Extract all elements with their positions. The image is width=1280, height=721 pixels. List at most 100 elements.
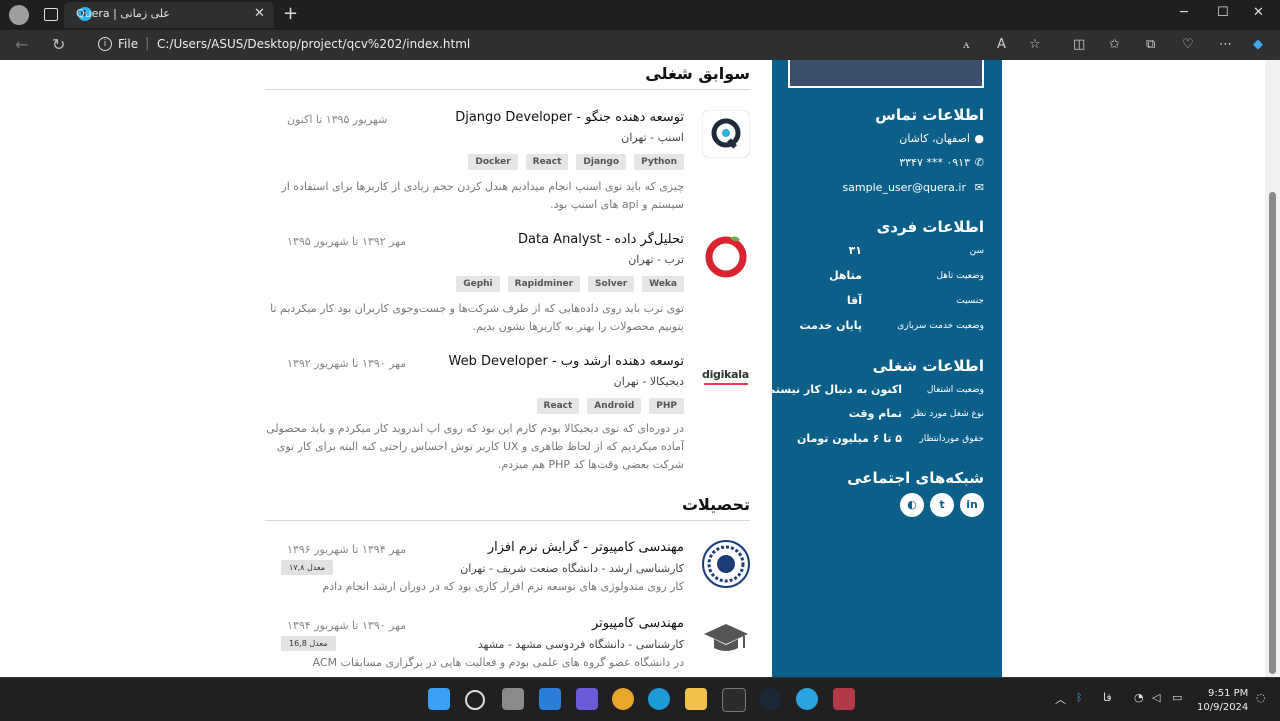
skill-tag: Docker bbox=[468, 154, 518, 170]
job-date: مهر ۱۳۹۰ تا شهریور ۱۳۹۲ bbox=[287, 357, 407, 370]
scrollbar-thumb[interactable] bbox=[1269, 192, 1276, 674]
experience-item: تحلیل‌گر داده - Data Analyst مهر ۱۳۹۲ تا… bbox=[265, 232, 750, 342]
tray-overflow-icon[interactable]: ︿ bbox=[1055, 691, 1066, 707]
location-pin-icon: ● bbox=[974, 132, 984, 145]
read-aloud-icon[interactable]: A bbox=[997, 37, 1006, 52]
maximize-icon[interactable]: ☐ bbox=[1217, 5, 1229, 20]
job-value: تمام وقت bbox=[848, 407, 902, 420]
skill-tag: Weka bbox=[642, 276, 684, 292]
resume-main-column: سوابق شغلی توسعه دهنده جنگو - Django Dev… bbox=[265, 60, 772, 677]
chat-icon[interactable] bbox=[576, 688, 598, 710]
graduation-cap-icon bbox=[702, 616, 750, 664]
browser-essentials-icon[interactable]: ♡ bbox=[1182, 37, 1194, 52]
windows-taskbar: ︿ ᛒ فا ◔ ◁ ▭ 9:51 PM 10/9/2024 ◌ bbox=[0, 677, 1280, 721]
personal-label: سن bbox=[969, 246, 984, 256]
experience-item: digikala توسعه دهنده ارشد وب - Web Devel… bbox=[265, 354, 750, 479]
degree-school: کارشناسی - دانشگاه فردوسی مشهد - مشهد bbox=[477, 638, 684, 651]
digikala-logo-underline bbox=[704, 383, 748, 385]
digikala-logo-text: digikala bbox=[702, 368, 749, 381]
more-menu-icon[interactable]: ⋯ bbox=[1219, 37, 1232, 52]
edge-icon[interactable] bbox=[648, 688, 670, 710]
volume-icon[interactable]: ◁ bbox=[1152, 691, 1160, 704]
skill-tag: Android bbox=[587, 398, 642, 414]
degree-date: مهر ۱۳۹۴ تا شهریور ۱۳۹۶ bbox=[287, 543, 407, 556]
job-description: در دوره‌ای که توی دیجیکالا بودم کارم این… bbox=[266, 422, 684, 471]
grade-badge: معدل ۱۷,۸ bbox=[281, 560, 334, 575]
tab-actions-icon[interactable] bbox=[44, 8, 58, 21]
twitter-icon[interactable]: t bbox=[930, 493, 954, 517]
grade-badge: معدل 16,8 bbox=[281, 636, 336, 651]
skill-tag: React bbox=[525, 154, 569, 170]
contact-title: اطلاعات تماس bbox=[875, 106, 984, 124]
resume-sidebar: اطلاعات تماس ● اصفهان، کاشان ✆ ۰۹۱۳ *** … bbox=[767, 60, 1002, 677]
info-icon[interactable]: i bbox=[98, 37, 112, 51]
personal-value: ۳۱ bbox=[848, 244, 862, 257]
split-screen-icon[interactable]: ◫ bbox=[1073, 37, 1085, 52]
refresh-icon[interactable]: ↻ bbox=[52, 35, 65, 54]
job-title: تحلیل‌گر داده - Data Analyst bbox=[518, 232, 684, 247]
wifi-icon[interactable]: ◔ bbox=[1134, 691, 1144, 704]
skill-tag: Rapidminer bbox=[507, 276, 581, 292]
url-scheme-label: File bbox=[118, 37, 139, 51]
vertical-scrollbar[interactable] bbox=[1265, 60, 1280, 677]
tidal-icon[interactable] bbox=[722, 688, 746, 712]
system-clock[interactable]: 9:51 PM 10/9/2024 bbox=[1197, 687, 1248, 715]
bluetooth-icon[interactable]: ᛒ bbox=[1076, 691, 1083, 704]
task-view-icon[interactable] bbox=[502, 688, 524, 710]
job-label: نوع شغل مورد نظر bbox=[911, 409, 984, 419]
skill-tags: Weka Solver Rapidminer Gephi bbox=[456, 276, 684, 292]
education-section-title: تحصیلات bbox=[681, 495, 750, 514]
file-explorer-icon[interactable] bbox=[685, 688, 707, 710]
search-icon[interactable] bbox=[465, 690, 485, 710]
job-value: اکنون به دنبال کار نیستم bbox=[767, 383, 902, 396]
linkedin-icon[interactable]: in bbox=[960, 493, 984, 517]
collections-icon[interactable]: ⧉ bbox=[1146, 37, 1155, 52]
browser-tab-bar: علی زمانی | Quera ✕ + ─ ☐ ✕ bbox=[0, 0, 1280, 30]
tab-close-icon[interactable]: ✕ bbox=[254, 6, 265, 21]
start-windows-icon[interactable] bbox=[428, 688, 450, 710]
steam-icon[interactable] bbox=[759, 688, 781, 710]
window-close-icon[interactable]: ✕ bbox=[1253, 5, 1264, 20]
tab-title: علی زمانی | Quera bbox=[75, 7, 170, 20]
widgets-icon[interactable] bbox=[539, 688, 561, 710]
language-indicator[interactable]: فا bbox=[1103, 691, 1112, 704]
winrar-icon[interactable] bbox=[833, 688, 855, 710]
back-icon[interactable]: ← bbox=[15, 35, 28, 54]
section-divider bbox=[265, 89, 750, 90]
new-tab-icon[interactable]: + bbox=[283, 3, 298, 24]
experience-item: توسعه دهنده جنگو - Django Developer شهری… bbox=[265, 109, 751, 220]
job-label: وضعیت اشتغال bbox=[926, 385, 984, 395]
battery-icon[interactable]: ▭ bbox=[1172, 691, 1182, 704]
degree-title: مهندسی کامپیوتر - گرایش نرم افزار bbox=[487, 540, 684, 555]
education-item: مهندسی کامپیوتر مهر ۱۳۹۰ تا شهریور ۱۳۹۴ … bbox=[265, 616, 750, 677]
profile-photo bbox=[788, 60, 984, 88]
favorite-star-icon[interactable]: ☆ bbox=[1029, 37, 1041, 52]
degree-description: در دانشگاه عضو گروه های علمی بودم و فعال… bbox=[312, 656, 684, 669]
favorites-icon[interactable]: ✩ bbox=[1109, 37, 1120, 52]
contact-email[interactable]: sample_user@quera.ir bbox=[842, 181, 966, 194]
quera-logo-icon bbox=[701, 109, 751, 159]
job-value: ۵ تا ۶ میلیون تومان bbox=[797, 432, 902, 445]
personal-label: وضعیت خدمت سربازی bbox=[897, 321, 984, 331]
section-divider bbox=[265, 520, 750, 521]
notifications-icon[interactable]: ◌ bbox=[1256, 691, 1266, 704]
minimize-icon[interactable]: ─ bbox=[1180, 5, 1188, 20]
job-label: حقوق موردانتظار bbox=[919, 434, 984, 444]
contact-phone: ۰۹۱۳ *** ۳۳۴۷ bbox=[899, 156, 970, 169]
profile-avatar[interactable] bbox=[9, 5, 29, 25]
personal-label: جنسیت bbox=[956, 296, 984, 306]
clock-date: 10/9/2024 bbox=[1197, 702, 1249, 713]
chrome-icon[interactable] bbox=[612, 688, 634, 710]
copilot-icon[interactable]: ◆ bbox=[1253, 37, 1263, 52]
url-field[interactable]: i File | C:/Users/ASUS/Desktop/project/q… bbox=[90, 33, 1055, 57]
github-icon[interactable]: ◐ bbox=[900, 493, 924, 517]
skill-tag: React bbox=[536, 398, 580, 414]
url-separator: | bbox=[145, 36, 150, 51]
degree-description: کار روی متدولوژی های توسعه نرم افزار کار… bbox=[322, 580, 684, 593]
immersive-reader-icon[interactable]: ꭺ bbox=[963, 37, 970, 52]
degree-date: مهر ۱۳۹۰ تا شهریور ۱۳۹۴ bbox=[287, 619, 407, 632]
telegram-icon[interactable] bbox=[796, 688, 818, 710]
personal-value: پایان خدمت bbox=[799, 319, 862, 332]
skill-tags: PHP Android React bbox=[536, 398, 684, 414]
job-company: اسنپ - تهران bbox=[621, 131, 684, 144]
